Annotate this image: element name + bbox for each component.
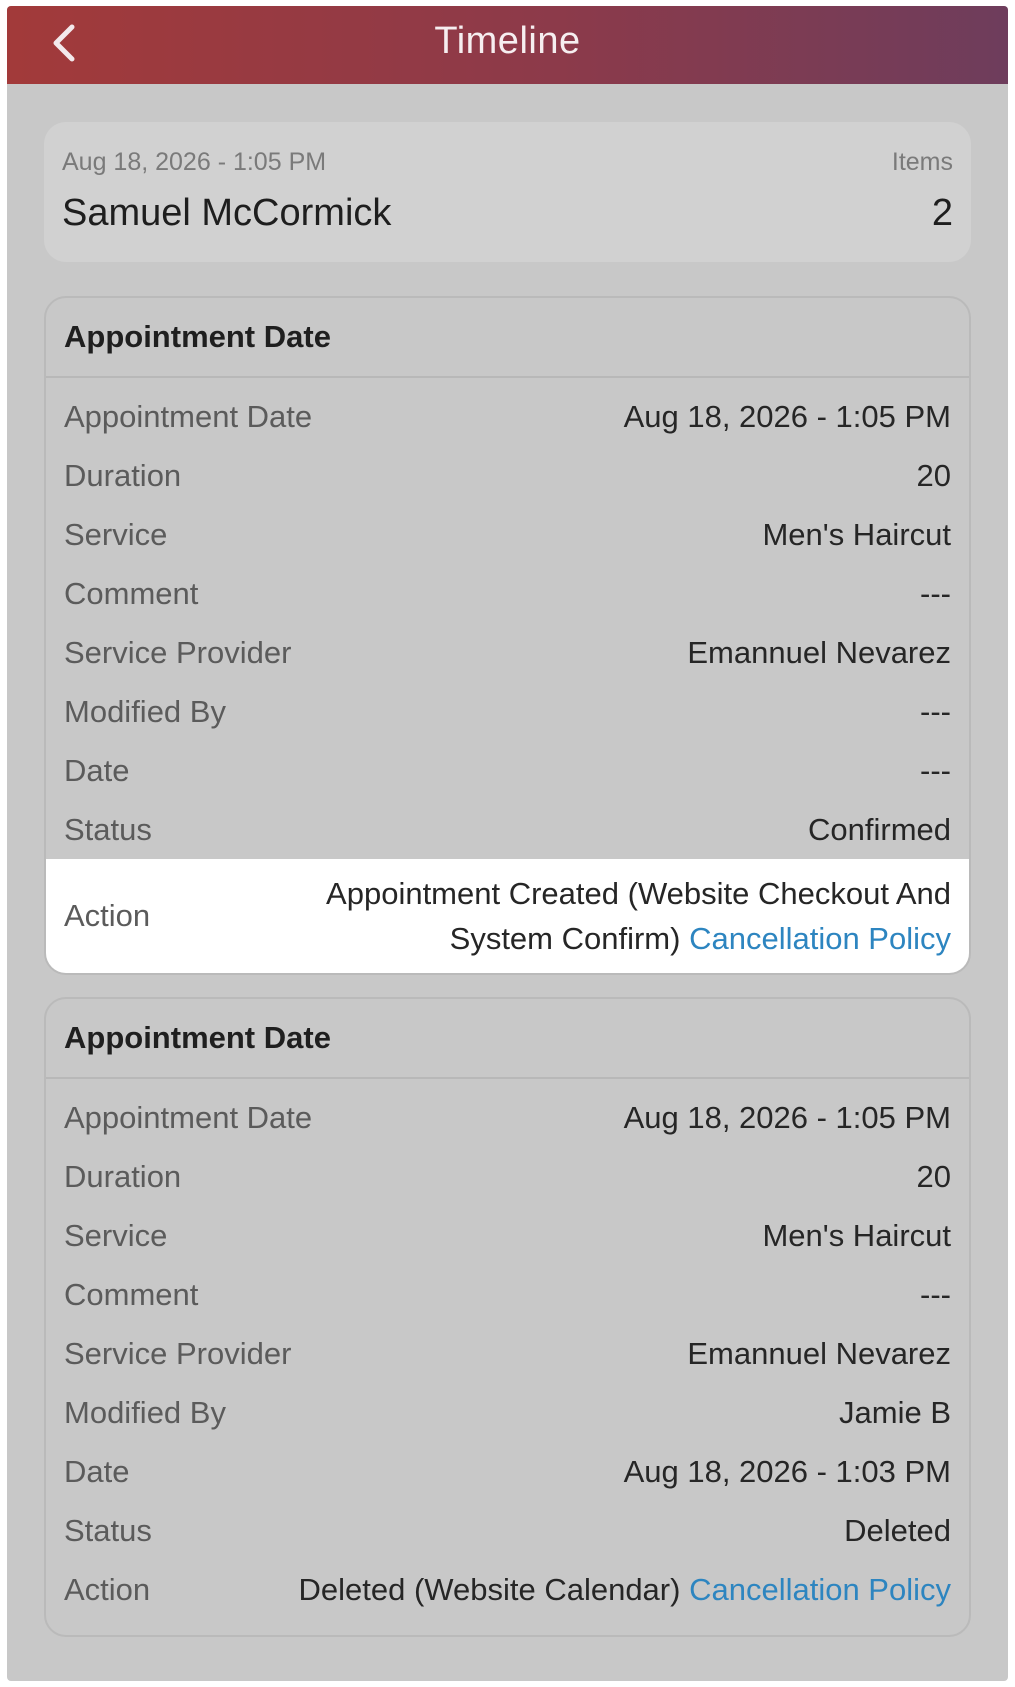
row-value: Aug 18, 2026 - 1:03 PM [623, 1453, 951, 1489]
detail-row: Service Provider Emannuel Nevarez [46, 1324, 969, 1383]
row-label: Action [64, 1571, 151, 1607]
detail-row: Status Deleted [46, 1501, 969, 1560]
action-row: Action Deleted (Website Calendar) Cancel… [46, 1560, 969, 1619]
row-value: Men's Haircut [762, 516, 951, 552]
row-value: Confirmed [808, 811, 951, 847]
row-value: 20 [916, 1158, 951, 1194]
detail-row: Status Confirmed [46, 800, 969, 859]
action-value: Deleted (Website Calendar) Cancellation … [299, 1567, 952, 1612]
row-value: Aug 18, 2026 - 1:05 PM [623, 398, 951, 434]
row-value: Men's Haircut [762, 1217, 951, 1253]
action-value: Appointment Created (Website Checkout An… [251, 871, 951, 961]
detail-row: Date --- [46, 741, 969, 800]
row-value: Aug 18, 2026 - 1:05 PM [623, 1099, 951, 1135]
app-screen: Timeline Aug 18, 2026 - 1:05 PM Items Sa… [7, 6, 1008, 1681]
row-value: 20 [916, 457, 951, 493]
detail-row: Comment --- [46, 564, 969, 623]
row-label: Duration [64, 457, 182, 493]
row-label: Service Provider [64, 1335, 292, 1371]
card-title: Appointment Date [46, 298, 969, 378]
detail-row: Appointment Date Aug 18, 2026 - 1:05 PM [46, 1088, 969, 1147]
summary-card: Aug 18, 2026 - 1:05 PM Items Samuel McCo… [44, 122, 971, 262]
detail-row: Service Men's Haircut [46, 505, 969, 564]
row-value: --- [920, 575, 951, 611]
row-label: Comment [64, 575, 199, 611]
client-name: Samuel McCormick [62, 192, 392, 234]
cancellation-policy-link[interactable]: Cancellation Policy [689, 921, 951, 956]
row-label: Duration [64, 1158, 182, 1194]
row-label: Action [64, 898, 151, 933]
action-row: Action Appointment Created (Website Chec… [46, 859, 969, 973]
row-label: Status [64, 811, 152, 847]
row-value: Jamie B [839, 1394, 951, 1430]
detail-row: Date Aug 18, 2026 - 1:03 PM [46, 1442, 969, 1501]
summary-date: Aug 18, 2026 - 1:05 PM [62, 148, 327, 176]
detail-row: Modified By --- [46, 682, 969, 741]
row-value: --- [920, 693, 951, 729]
items-count: 2 [931, 192, 953, 234]
detail-row: Modified By Jamie B [46, 1383, 969, 1442]
action-text: Deleted (Website Calendar) [298, 1572, 681, 1607]
page-title: Timeline [434, 20, 581, 62]
row-label: Modified By [64, 693, 226, 729]
row-value: --- [920, 1276, 951, 1312]
top-bar: Timeline [7, 6, 1008, 84]
detail-row: Appointment Date Aug 18, 2026 - 1:05 PM [46, 387, 969, 446]
row-label: Date [64, 752, 130, 788]
detail-row: Duration 20 [46, 446, 969, 505]
row-value: Emannuel Nevarez [687, 634, 951, 670]
row-value: Deleted [844, 1512, 951, 1548]
row-label: Status [64, 1512, 152, 1548]
cancellation-policy-link[interactable]: Cancellation Policy [689, 1572, 951, 1607]
row-label: Comment [64, 1276, 199, 1312]
items-label: Items [891, 148, 953, 176]
row-label: Service Provider [64, 634, 292, 670]
detail-row: Duration 20 [46, 1147, 969, 1206]
row-label: Appointment Date [64, 1099, 313, 1135]
card-title: Appointment Date [46, 999, 969, 1079]
detail-row: Service Men's Haircut [46, 1206, 969, 1265]
row-label: Date [64, 1453, 130, 1489]
row-label: Service [64, 1217, 168, 1253]
row-label: Modified By [64, 1394, 226, 1430]
row-value: Emannuel Nevarez [687, 1335, 951, 1371]
detail-row: Comment --- [46, 1265, 969, 1324]
row-label: Service [64, 516, 168, 552]
timeline-card: Appointment Date Appointment Date Aug 18,… [44, 296, 971, 975]
row-value: --- [920, 752, 951, 788]
detail-row: Service Provider Emannuel Nevarez [46, 623, 969, 682]
row-label: Appointment Date [64, 398, 313, 434]
timeline-card: Appointment Date Appointment Date Aug 18,… [44, 997, 971, 1637]
